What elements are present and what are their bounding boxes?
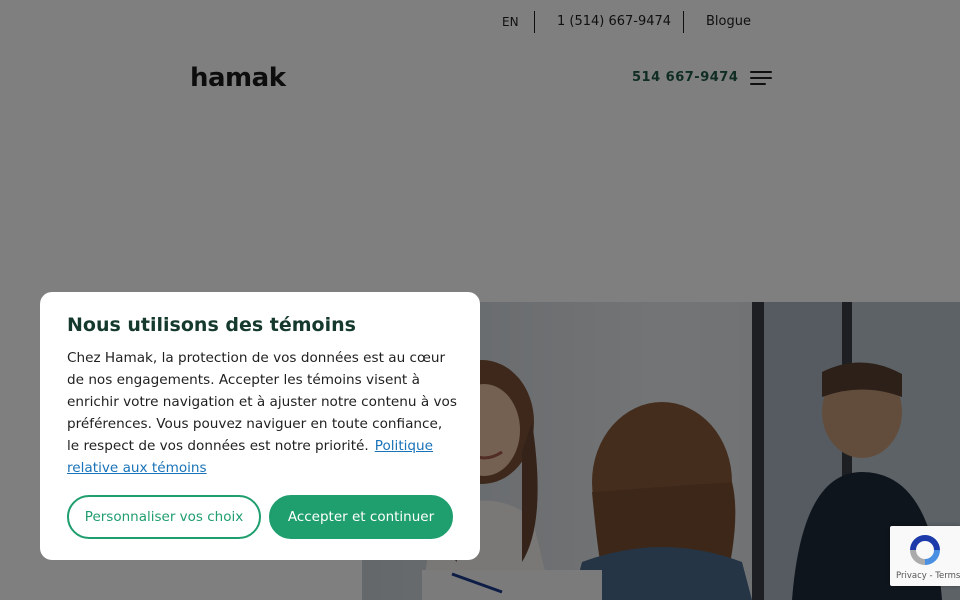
recaptcha-badge[interactable]: Privacy - Terms: [890, 526, 960, 586]
recaptcha-links[interactable]: Privacy - Terms: [896, 571, 960, 581]
accept-and-continue-button[interactable]: Accepter et continuer: [269, 495, 453, 539]
cookie-title: Nous utilisons des témoins: [67, 314, 356, 336]
cookie-consent-dialog: Nous utilisons des témoins Chez Hamak, l…: [40, 292, 480, 560]
recaptcha-icon: [910, 535, 940, 565]
cookie-body: Chez Hamak, la protection de vos données…: [67, 347, 457, 479]
customize-choices-button[interactable]: Personnaliser vos choix: [67, 495, 261, 539]
